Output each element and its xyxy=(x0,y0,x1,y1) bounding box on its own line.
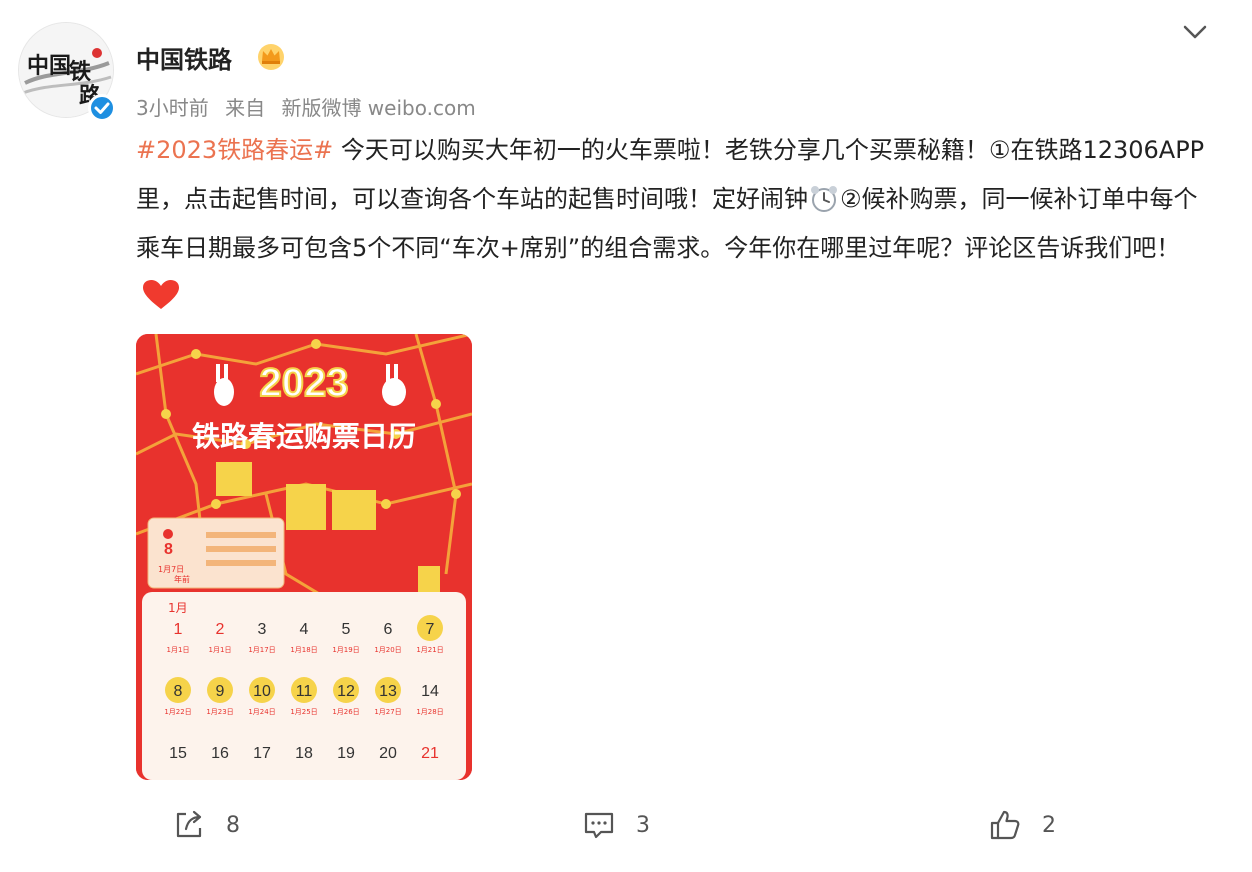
calendar-day-sub: 1月24日 xyxy=(248,708,275,716)
thumbs-up-icon xyxy=(990,810,1020,840)
calendar-day: 5 xyxy=(342,621,351,638)
calendar-month: 1月 xyxy=(168,601,188,615)
highlight-day: 8 xyxy=(164,541,173,558)
highlight-note: 年前 xyxy=(174,574,190,584)
calendar-day: 16 xyxy=(211,745,229,762)
post-image[interactable]: 2023 铁路春运购票日历 8 1月7日 年前 1月 1 1月1日 2 1月1日… xyxy=(136,334,472,780)
svg-text:中国: 中国 xyxy=(27,53,71,79)
poster-title: 铁路春运购票日历 xyxy=(192,420,416,453)
comment-count: 3 xyxy=(636,812,650,838)
calendar-day: 3 xyxy=(258,621,267,638)
calendar-day: 7 xyxy=(426,621,435,638)
hashtag-link[interactable]: #2023铁路春运# xyxy=(136,136,333,164)
svg-text:铁: 铁 xyxy=(69,59,91,85)
repost-button[interactable]: 8 xyxy=(172,808,240,842)
repost-count: 8 xyxy=(226,812,240,838)
calendar-day-sub: 1月27日 xyxy=(374,708,401,716)
calendar-day-sub: 1月1日 xyxy=(167,646,190,654)
calendar-day: 19 xyxy=(337,745,355,762)
calendar-day: 20 xyxy=(379,745,397,762)
calendar-day: 17 xyxy=(253,745,271,762)
calendar-day: 10 xyxy=(253,683,271,700)
calendar-day-sub: 1月25日 xyxy=(290,708,317,716)
calendar-day: 12 xyxy=(337,683,355,700)
calendar-day: 1 xyxy=(174,621,183,638)
calendar-day: 21 xyxy=(421,745,439,762)
author-name[interactable]: 中国铁路 xyxy=(136,40,232,75)
calendar-day-sub: 1月28日 xyxy=(416,708,443,716)
calendar-day-sub: 1月17日 xyxy=(248,646,275,654)
verified-badge-icon xyxy=(88,94,116,122)
calendar-day-sub: 1月23日 xyxy=(206,708,233,716)
calendar-day: 11 xyxy=(296,683,313,700)
heart-emoji-icon xyxy=(143,280,179,309)
calendar-day-sub: 1月22日 xyxy=(164,708,191,716)
calendar-day: 9 xyxy=(216,683,225,700)
post-meta: 3小时前 来自 新版微博 weibo.com xyxy=(136,92,486,121)
crown-badge-icon[interactable] xyxy=(256,42,286,70)
chevron-down-icon[interactable] xyxy=(1180,20,1210,44)
source-prefix: 来自 xyxy=(225,96,266,120)
calendar-day: 4 xyxy=(300,621,309,638)
share-icon xyxy=(176,810,202,838)
action-bar: 8 3 2 xyxy=(0,790,1252,860)
post-source[interactable]: 新版微博 weibo.com xyxy=(281,96,475,120)
comment-button[interactable]: 3 xyxy=(582,808,650,842)
alarm-clock-emoji-icon xyxy=(811,186,837,212)
post-text: #2023铁路春运# 今天可以购买大年初一的火车票啦！老铁分享几个买票秘籍！①在… xyxy=(136,126,1216,322)
calendar-day: 14 xyxy=(421,683,439,700)
like-count: 2 xyxy=(1042,812,1056,838)
calendar-day: 2 xyxy=(216,621,225,638)
comment-icon xyxy=(584,812,614,839)
calendar-day-sub: 1月21日 xyxy=(416,646,443,654)
calendar-day: 15 xyxy=(169,745,187,762)
highlight-date: 1月7日 xyxy=(158,565,184,574)
calendar-day: 18 xyxy=(295,745,313,762)
poster-year: 2023 xyxy=(260,361,349,405)
calendar-day: 6 xyxy=(384,621,393,638)
calendar-day-sub: 1月26日 xyxy=(332,708,359,716)
calendar-day-sub: 1月19日 xyxy=(332,646,359,654)
sale-date-card: 8 1月7日 年前 xyxy=(147,517,285,589)
weibo-post-card: 中国 铁 路 中国铁路 3小时前 来自 新版微博 weibo.com #2023… xyxy=(0,0,1252,872)
like-button[interactable]: 2 xyxy=(988,808,1056,842)
calendar-day: 8 xyxy=(174,683,183,700)
calendar-day-sub: 1月1日 xyxy=(209,646,232,654)
spring-festival-calendar-poster: 2023 铁路春运购票日历 8 1月7日 年前 1月 11月1日21月1日31月… xyxy=(136,334,472,780)
calendar-day-sub: 1月20日 xyxy=(374,646,401,654)
post-time[interactable]: 3小时前 xyxy=(136,96,209,120)
calendar-day-sub: 1月18日 xyxy=(290,646,317,654)
calendar-day: 13 xyxy=(379,683,397,700)
